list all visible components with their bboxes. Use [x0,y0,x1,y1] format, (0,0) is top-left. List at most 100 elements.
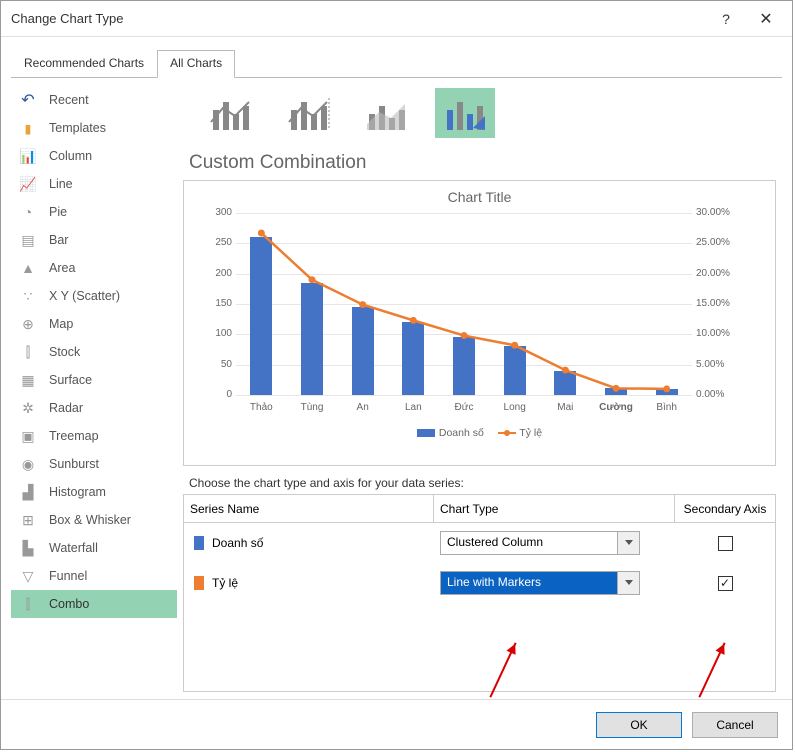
main-panel: Custom Combination Chart Title 050100150… [177,78,782,691]
combo-thumb-1[interactable] [201,88,261,138]
series-color-swatch [194,576,204,590]
secondary-axis-checkbox[interactable] [718,576,733,591]
treemap-icon: ▣ [17,428,39,445]
sidebar-label: Stock [49,345,171,359]
sidebar-label: Combo [49,597,171,611]
funnel-icon: ▽ [17,568,39,585]
chart-type-dropdown[interactable]: Line with Markers [440,571,640,595]
chart-title: Chart Title [190,189,769,205]
titlebar: Change Chart Type ? ✕ [1,1,792,37]
dropdown-value: Line with Markers [441,572,617,594]
secondary-axis-checkbox[interactable] [718,536,733,551]
sidebar-item-box-whisker[interactable]: ⊞Box & Whisker [11,506,177,534]
combo-thumb-custom[interactable] [435,88,495,138]
sidebar-item-line[interactable]: 📈 Line [11,170,177,198]
sidebar-label: Surface [49,373,171,387]
subtype-heading: Custom Combination [189,152,782,174]
col-secondary-axis: Secondary Axis [675,495,775,522]
sidebar-item-column[interactable]: 📊 Column [11,142,177,170]
ok-button[interactable]: OK [596,712,682,738]
stock-icon: ⫿ [17,344,39,361]
combo-thumb-2[interactable] [279,88,339,138]
line-icon: 📈 [17,176,39,193]
sidebar-item-radar[interactable]: ✲Radar [11,394,177,422]
histogram-icon: ▟ [17,484,39,501]
sidebar-label: Recent [49,93,171,107]
area-icon: ▲ [17,260,39,276]
sidebar-item-combo[interactable]: ⫿ Combo [11,590,177,618]
dialog-footer: OK Cancel [1,699,792,749]
series-row-0[interactable]: Doanh số Clustered Column [184,523,775,563]
sidebar-label: Column [49,149,171,163]
sidebar-item-pie[interactable]: ◔ Pie [11,198,177,226]
cancel-button[interactable]: Cancel [692,712,778,738]
scatter-icon: ∵ [17,288,39,305]
sidebar-item-recent[interactable]: ↶ Recent [11,86,177,114]
folder-icon: ▮ [17,121,39,136]
tab-recommended[interactable]: Recommended Charts [11,50,157,78]
series-name: Tỷ lệ [212,576,238,590]
sidebar-item-histogram[interactable]: ▟ Histogram [11,478,177,506]
chart-type-sidebar: ↶ Recent ▮ Templates 📊 Column 📈 Line ◔ Pie ▤ Bar ▲ Ar… [11,78,177,691]
sidebar-item-area[interactable]: ▲ Area [11,254,177,282]
sidebar-item-funnel[interactable]: ▽ Funnel [11,562,177,590]
chart: Chart Title 0501001502002503000.00%5.00%… [190,189,769,443]
chevron-down-icon [617,532,639,554]
sidebar-label: Sunburst [49,457,171,471]
recent-icon: ↶ [17,90,39,110]
grid-header: Series Name Chart Type Secondary Axis [184,495,775,523]
change-chart-type-dialog: Change Chart Type ? ✕ Recommended Charts… [0,0,793,750]
close-button[interactable]: ✕ [746,9,786,29]
combo-thumb-3[interactable] [357,88,417,138]
sidebar-label: Funnel [49,569,171,583]
sidebar-item-templates[interactable]: ▮ Templates [11,114,177,142]
col-chart-type: Chart Type [434,495,675,522]
map-icon: ⊕ [17,316,39,333]
sidebar-label: Bar [49,233,171,247]
sidebar-item-x-y-scatter-[interactable]: ∵ X Y (Scatter) [11,282,177,310]
series-instruction: Choose the chart type and axis for your … [189,476,782,490]
tab-all-charts[interactable]: All Charts [157,50,235,78]
legend-swatch-bar [417,429,435,437]
column-icon: 📊 [17,148,39,165]
series-grid: Series Name Chart Type Secondary Axis Do… [183,494,776,692]
sidebar-label: Templates [49,121,171,135]
dropdown-value: Clustered Column [441,532,617,554]
sidebar-item-stock[interactable]: ⫿ Stock [11,338,177,366]
combo-icon: ⫿ [17,596,39,613]
tab-divider [11,77,782,78]
combo-subtype-thumbs [183,84,782,152]
grid-empty-area [184,603,775,691]
pie-icon: ◔ [17,204,39,220]
sidebar-item-map[interactable]: ⊕ Map [11,310,177,338]
sidebar-item-sunburst[interactable]: ◉ Sunburst [11,450,177,478]
sidebar-label: Treemap [49,429,171,443]
legend-swatch-line [498,432,516,434]
col-series-name: Series Name [184,495,434,522]
chart-legend: Doanh số Tỷ lệ [190,427,769,439]
dialog-title: Change Chart Type [11,11,706,26]
chart-preview: Chart Title 0501001502002503000.00%5.00%… [183,180,776,466]
sidebar-label: Area [49,261,171,275]
radar-icon: ✲ [17,400,39,417]
sidebar-label: Pie [49,205,171,219]
sidebar-item-waterfall[interactable]: ▙Waterfall [11,534,177,562]
sidebar-item-bar[interactable]: ▤ Bar [11,226,177,254]
sidebar-label: X Y (Scatter) [49,289,171,303]
chart-type-dropdown[interactable]: Clustered Column [440,531,640,555]
sidebar-label: Histogram [49,485,171,499]
sidebar-label: Box & Whisker [49,513,171,527]
series-color-swatch [194,536,204,550]
series-row-1[interactable]: Tỷ lệ Line with Markers [184,563,775,603]
sidebar-item-treemap[interactable]: ▣ Treemap [11,422,177,450]
bar-icon: ▤ [17,232,39,249]
sidebar-item-surface[interactable]: ▦ Surface [11,366,177,394]
help-button[interactable]: ? [706,11,746,27]
tab-bar: Recommended Charts All Charts [11,50,235,78]
surface-icon: ▦ [17,372,39,389]
sidebar-label: Map [49,317,171,331]
sunburst-icon: ◉ [17,456,39,473]
sidebar-label: Line [49,177,171,191]
series-name: Doanh số [212,536,263,550]
chevron-down-icon [617,572,639,594]
